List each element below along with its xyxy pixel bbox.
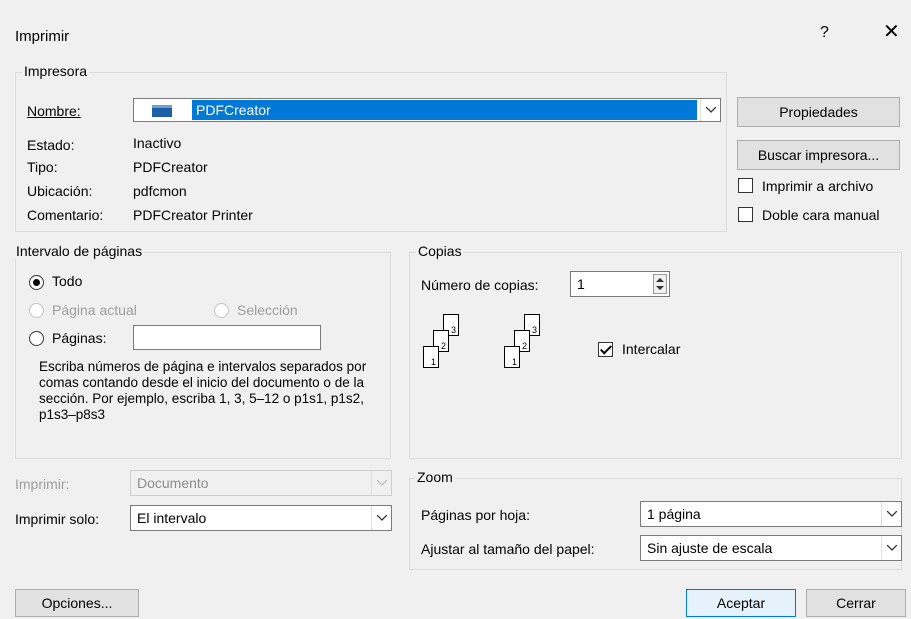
status-label: Estado: [27, 137, 75, 153]
location-label: Ubicación: [27, 183, 93, 199]
printer-group [15, 72, 727, 232]
print-what-label: Imprimir: [15, 476, 70, 492]
pages-label[interactable]: Páginas: [52, 330, 106, 346]
print-what-select: Documento [130, 470, 392, 496]
printer-icon [152, 105, 172, 117]
manual-duplex-checkbox[interactable] [738, 207, 753, 222]
current-page-label: Página actual [52, 302, 137, 318]
type-value: PDFCreator [133, 159, 208, 175]
printer-name-select[interactable]: PDFCreator [133, 98, 721, 122]
pages-input[interactable] [133, 325, 321, 350]
all-pages-radio[interactable] [29, 275, 44, 290]
page-range-group-label: Intervalo de páginas [14, 243, 145, 259]
zoom-group-label: Zoom [415, 469, 455, 485]
ok-button[interactable]: Aceptar [686, 589, 796, 617]
type-label: Tipo: [27, 159, 58, 175]
printer-name-label: Nombre: [27, 103, 81, 119]
cancel-button[interactable]: Cerrar [806, 589, 906, 617]
chevron-down-icon[interactable] [881, 536, 901, 560]
pages-per-sheet-label: Páginas por hoja: [421, 507, 530, 523]
print-only-select[interactable]: El intervalo [130, 505, 392, 531]
chevron-down-icon[interactable] [371, 506, 391, 530]
print-to-file-label[interactable]: Imprimir a archivo [762, 178, 873, 194]
location-value: pdfcmon [133, 183, 187, 199]
comment-value: PDFCreator Printer [133, 207, 253, 223]
printer-group-label: Impresora [22, 63, 90, 79]
chevron-down-icon[interactable] [700, 99, 720, 121]
current-page-radio [29, 303, 44, 318]
chevron-down-icon[interactable] [881, 502, 901, 526]
printer-name-value: PDFCreator [192, 100, 697, 120]
page-range-description: Escriba números de página e intervalos s… [39, 359, 367, 422]
copies-count-input[interactable]: 1 [570, 271, 670, 297]
status-value: Inactivo [133, 135, 182, 151]
pages-radio[interactable] [29, 331, 44, 346]
collate-label[interactable]: Intercalar [622, 341, 680, 357]
copies-count-label: Número de copias: [421, 277, 539, 293]
print-only-label: Imprimir solo: [15, 511, 100, 527]
options-button[interactable]: Opciones... [15, 589, 139, 617]
chevron-down-icon [371, 471, 391, 495]
find-printer-button[interactable]: Buscar impresora... [737, 140, 900, 170]
selection-radio [214, 303, 229, 318]
properties-button[interactable]: Propiedades [737, 97, 900, 127]
print-to-file-checkbox[interactable] [738, 178, 753, 193]
copies-stepper[interactable] [653, 274, 667, 294]
copies-group-label: Copias [416, 243, 464, 259]
help-button[interactable]: ? [820, 24, 829, 42]
scale-select[interactable]: Sin ajuste de escala [640, 535, 902, 561]
scale-label: Ajustar al tamaño del papel: [421, 541, 595, 557]
dialog-title: Imprimir [15, 28, 70, 45]
collate-checkbox[interactable] [598, 342, 613, 357]
all-pages-label[interactable]: Todo [52, 273, 82, 289]
close-icon[interactable]: ✕ [883, 22, 900, 42]
comment-label: Comentario: [27, 207, 104, 223]
pages-per-sheet-select[interactable]: 1 página [640, 501, 902, 527]
selection-label: Selección [237, 302, 298, 318]
manual-duplex-label[interactable]: Doble cara manual [762, 207, 880, 223]
